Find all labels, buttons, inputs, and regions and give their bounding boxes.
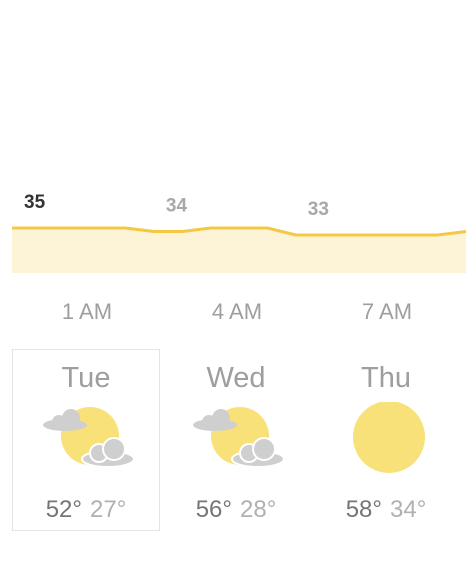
temperature-range: 56° 28° — [163, 498, 309, 522]
temperature-range: 58° 34° — [313, 498, 459, 522]
data-label: 33 — [308, 199, 329, 220]
high-temp: 52° — [45, 496, 82, 523]
low-temp: 28° — [240, 496, 277, 523]
low-temp: 27° — [90, 496, 127, 523]
data-label: 34 — [166, 196, 188, 217]
x-axis-tick-label: 4 AM — [212, 299, 262, 324]
high-temp: 56° — [195, 496, 232, 523]
partly-cloudy-icon — [193, 407, 285, 468]
day-card-tue[interactable]: Tue 52° 27° — [12, 349, 160, 531]
temperature-range: 52° 27° — [13, 498, 159, 522]
day-name: Wed — [206, 362, 266, 394]
daily-forecast: Tue 52° 27° Wed 56° 28° Thu 58° 34° — [12, 349, 462, 531]
sunny-icon — [353, 402, 425, 473]
low-temp: 34° — [390, 496, 427, 523]
high-temp: 58° — [345, 496, 382, 523]
day-name: Tue — [61, 362, 111, 394]
hourly-temperature-chart: 35 34 33 1 AM 4 AM 7 AM — [12, 192, 466, 324]
x-axis-tick-label: 1 AM — [62, 299, 112, 324]
day-card-thu[interactable]: Thu 58° 34° — [312, 349, 460, 531]
data-label: 35 — [24, 192, 46, 213]
day-name: Thu — [361, 362, 411, 394]
day-card-wed[interactable]: Wed 56° 28° — [162, 349, 310, 531]
x-axis-tick-label: 7 AM — [362, 299, 412, 324]
partly-cloudy-icon — [43, 407, 135, 468]
